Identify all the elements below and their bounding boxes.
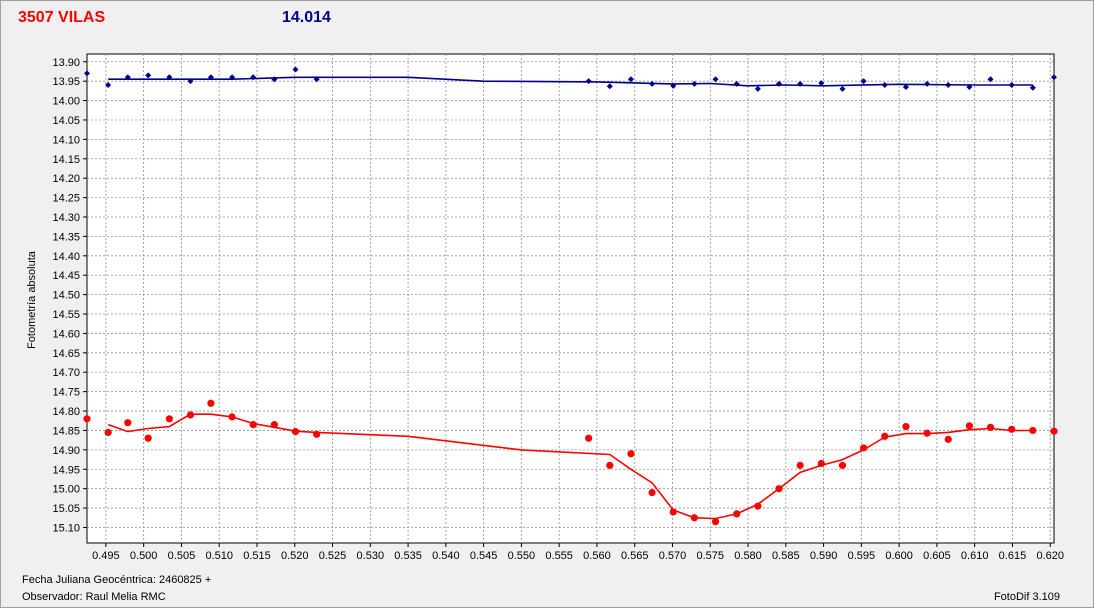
y-tick-label: 14.15 [52,154,80,166]
y-tick-label: 15.05 [52,503,80,515]
x-tick-label: 0.615 [999,550,1027,562]
x-tick-label: 0.510 [205,550,233,562]
y-tick-label: 14.80 [52,406,80,418]
target-series-point [796,461,804,469]
target-series-point [923,429,931,437]
y-tick-label: 15.10 [52,522,80,534]
target-series-point [965,422,973,430]
x-tick-label: 0.590 [810,550,838,562]
y-tick-label: 14.60 [52,328,80,340]
y-tick-label: 14.90 [52,445,80,457]
y-tick-label: 14.70 [52,367,80,379]
target-series-point [104,428,112,436]
target-series-point [838,461,847,469]
y-tick-label: 13.90 [52,57,80,69]
x-tick-label: 0.515 [243,550,271,562]
target-series-point [585,434,593,442]
y-tick-label: 14.30 [52,212,80,224]
target-series-point [606,461,614,469]
x-tick-label: 0.560 [583,550,611,562]
target-series-point [1050,427,1058,435]
x-tick-label: 0.525 [319,550,347,562]
target-series-point [648,488,656,497]
x-tick-label: 0.495 [92,550,120,562]
y-tick-label: 14.45 [52,270,80,282]
y-tick-label: 14.05 [52,115,80,127]
target-series-point [754,502,762,510]
target-series-point [669,508,677,516]
y-tick-label: 14.65 [52,348,80,360]
target-series-point [228,413,236,421]
target-series-point [270,421,278,429]
x-tick-label: 0.535 [394,550,422,562]
target-series-point [627,450,635,458]
target-series-point [313,430,321,438]
light-curve-plot: 0.495 0.500 0.505 0.510 0.515 0.520 0.525 0.530… [52,53,1064,562]
x-tick-label: 0.505 [168,550,196,562]
julian-date-label: Fecha Juliana Geocéntrica: 2460825 + [22,574,212,586]
y-tick-label: 14.75 [52,387,80,399]
x-tick-label: 0.575 [696,550,724,562]
x-tick-label: 0.530 [357,550,385,562]
target-series-point [817,459,825,468]
x-tick-label: 0.600 [885,550,913,562]
y-tick-label: 14.20 [52,173,80,185]
target-series-point [881,432,889,440]
target-series-point [944,435,952,443]
x-tick-label: 0.550 [508,550,536,562]
y-tick-label: 15.00 [52,484,80,496]
target-series-point [83,415,91,423]
target-series-point [165,415,173,423]
x-tick-label: 0.545 [470,550,498,562]
y-tick-label: 14.55 [52,309,80,321]
y-tick-label: 14.00 [52,96,80,108]
observer-label: Observador: Raul Melia RMC [22,591,166,603]
target-series-point [690,514,698,522]
x-tick-label: 0.520 [281,550,309,562]
target-series-point [291,428,300,436]
y-tick-label: 14.40 [52,251,80,263]
target-series-point [186,411,195,419]
y-tick-label: 13.95 [52,76,80,88]
target-series-point [902,422,910,431]
target-series-point [249,421,257,429]
x-tick-label: 0.500 [130,550,158,562]
y-tick-label: 14.50 [52,290,80,302]
y-tick-label: 14.35 [52,231,80,243]
x-tick-label: 0.595 [848,550,876,562]
target-series-point [711,518,720,526]
target-series-point [1029,426,1037,435]
x-tick-label: 0.605 [923,550,951,562]
x-tick-label: 0.610 [961,550,989,562]
target-series-point [124,419,132,427]
x-tick-label: 0.585 [772,550,800,562]
x-tick-label: 0.580 [734,550,762,562]
y-tick-label: 14.95 [52,464,80,476]
y-tick-label: 14.10 [52,134,80,146]
x-tick-label: 0.555 [545,550,573,562]
target-series-point [733,510,741,518]
target-series-point [207,399,215,407]
target-series-point [775,485,783,493]
target-series-point [144,434,152,442]
x-tick-label: 0.540 [432,550,460,562]
y-tick-label: 14.25 [52,193,80,205]
x-tick-label: 0.565 [621,550,649,562]
y-tick-label: 14.85 [52,425,80,437]
x-tick-label: 0.570 [659,550,687,562]
target-series-point [1008,425,1016,433]
target-series-point [860,444,868,452]
software-label: FotoDif 3.109 [993,591,1060,603]
x-tick-label: 0.620 [1036,550,1064,562]
target-series-point [986,423,995,431]
